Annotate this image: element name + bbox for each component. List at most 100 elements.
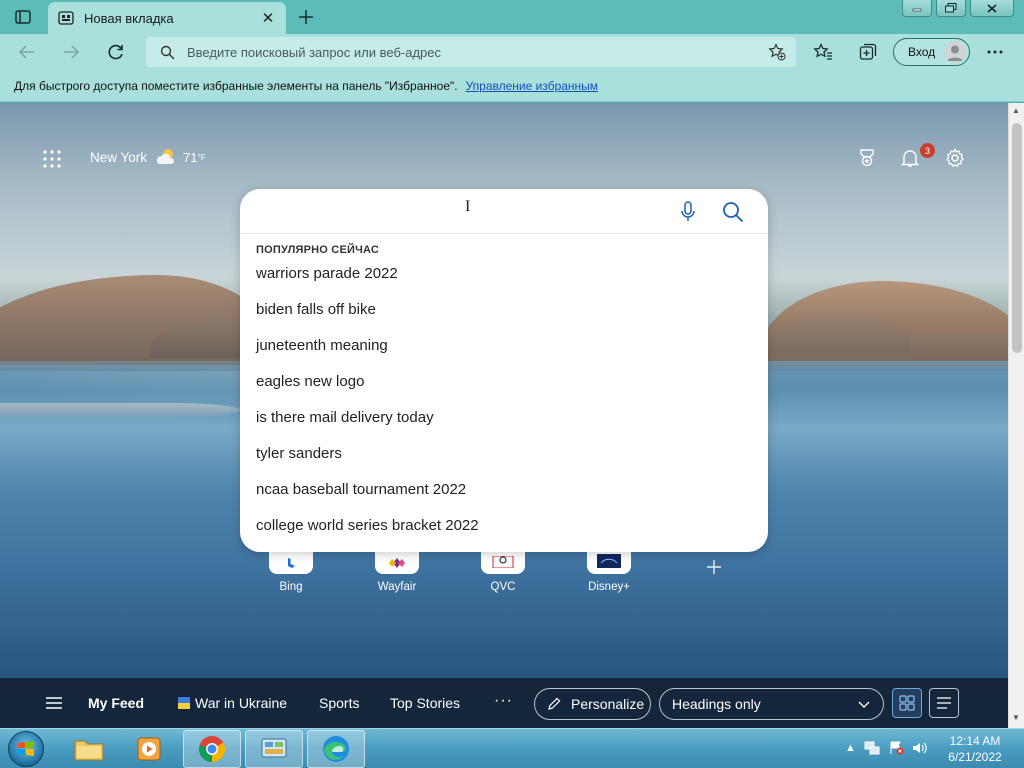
suggestion-item[interactable]: college world series bracket 2022	[240, 508, 768, 544]
suggestion-item[interactable]: warriors parade 2022	[240, 256, 768, 292]
suggestion-item[interactable]: is there mail delivery today	[240, 400, 768, 436]
chrome-icon	[199, 736, 226, 763]
clock-time: 12:14 AM	[949, 734, 1001, 748]
forward-arrow-icon	[64, 45, 80, 59]
action-center-flag-icon[interactable]	[888, 741, 904, 755]
more-dots-icon	[987, 50, 1003, 54]
weather-location: New York	[90, 149, 148, 165]
search-submit-icon[interactable]	[722, 201, 744, 223]
add-favorite-icon[interactable]	[768, 43, 786, 61]
rewards-icon[interactable]	[855, 146, 879, 170]
edge-icon	[323, 736, 349, 762]
quick-link-label: Wayfair	[377, 581, 417, 593]
quick-link-label: QVC	[490, 581, 516, 593]
wayfair-logo-icon	[389, 558, 405, 568]
settings-more-button[interactable]	[981, 39, 1009, 65]
suggestion-item[interactable]: juneteenth meaning	[240, 328, 768, 364]
content-layout-dropdown[interactable]: Headings only	[659, 688, 884, 720]
folder-icon	[74, 740, 104, 761]
suggestion-item[interactable]: ncaa baseball tournament 2022	[240, 472, 768, 508]
manage-favorites-link[interactable]: Управление избранным	[466, 79, 598, 93]
weather-widget[interactable]: New York 71 °F	[90, 147, 206, 167]
background-sandbar	[0, 403, 240, 417]
minimize-button[interactable]	[902, 0, 932, 17]
search-icon	[160, 45, 175, 59]
feed-more-button[interactable]: ···	[494, 692, 513, 710]
search-suggestions-panel: I ПОПУЛЯРНО СЕЙЧАС warriors parade 2022 …	[240, 189, 768, 552]
hamburger-menu-icon[interactable]	[45, 696, 63, 710]
favorites-button[interactable]	[809, 39, 837, 65]
add-quick-link-button[interactable]	[702, 555, 726, 579]
qvc-logo-icon	[492, 556, 514, 568]
avatar-icon	[944, 41, 966, 63]
suggestion-item[interactable]: eagles new logo	[240, 364, 768, 400]
collections-icon	[859, 43, 877, 60]
close-window-button[interactable]	[970, 0, 1014, 17]
app-launcher-icon[interactable]	[43, 150, 61, 168]
scrollbar-thumb[interactable]	[1012, 123, 1022, 353]
feed-tab-sports[interactable]: Sports	[319, 695, 359, 711]
taskbar-clock[interactable]: 12:14 AM 6/21/2022	[940, 733, 1010, 765]
bing-logo-icon	[288, 558, 295, 568]
start-button[interactable]	[8, 731, 44, 767]
feed-tab-war-in-ukraine[interactable]: War in Ukraine	[178, 695, 287, 711]
ukraine-flag-icon	[178, 697, 190, 709]
taskbar-edge-button[interactable]	[307, 730, 365, 768]
feed-tab-top-stories[interactable]: Top Stories	[390, 695, 460, 711]
taskbar-media-player-button[interactable]	[120, 730, 178, 768]
favorites-bar: Для быстрого доступа поместите избранные…	[0, 70, 1024, 102]
system-tray: ▲	[845, 741, 928, 755]
address-bar[interactable]	[146, 37, 796, 67]
forward-button[interactable]	[58, 39, 84, 65]
window-controls	[898, 0, 1014, 18]
list-view-button[interactable]	[929, 688, 959, 718]
chevron-down-icon	[858, 701, 870, 708]
suggestion-item[interactable]: tyler sanders	[240, 436, 768, 472]
grid-view-button[interactable]	[892, 688, 922, 718]
restore-button[interactable]	[936, 0, 966, 17]
quick-link-label: Disney+	[588, 581, 630, 593]
feed-bar: My Feed War in Ukraine Sports Top Storie…	[0, 678, 1008, 728]
new-tab-page: New York 71 °F 3 Bing Wayfair QVC Disney+	[0, 103, 1008, 728]
new-tab-button[interactable]	[294, 5, 318, 29]
refresh-icon	[108, 44, 123, 60]
collections-button[interactable]	[854, 39, 882, 65]
tab-actions-icon[interactable]	[12, 7, 34, 27]
taskbar-chrome-button[interactable]	[183, 730, 241, 768]
tab-new-tab[interactable]: Новая вкладка ✕	[48, 2, 286, 34]
title-bar: Новая вкладка ✕	[0, 0, 1024, 34]
tab-close-icon[interactable]: ✕	[260, 9, 276, 27]
feed-tab-label: War in Ukraine	[195, 695, 288, 711]
microphone-icon[interactable]	[680, 201, 696, 223]
weather-temperature: 71	[183, 149, 198, 165]
back-button[interactable]	[14, 39, 40, 65]
disney-plus-logo-icon	[597, 554, 621, 568]
page-scrollbar[interactable]: ▲ ▼	[1008, 103, 1024, 728]
personalize-button[interactable]: Personalize	[534, 688, 651, 720]
windows-taskbar: ▲ 12:14 AM 6/21/2022	[0, 728, 1024, 768]
personalize-label: Personalize	[571, 696, 645, 712]
search-box[interactable]: I	[240, 189, 768, 234]
favorites-bar-hint: Для быстрого доступа поместите избранные…	[14, 78, 458, 93]
address-input[interactable]	[187, 44, 747, 60]
pencil-icon	[548, 697, 561, 710]
sign-in-button[interactable]: Вход	[893, 38, 970, 66]
tab-title: Новая вкладка	[84, 10, 174, 26]
refresh-button[interactable]	[103, 39, 129, 65]
suggestion-item[interactable]: biden falls off bike	[240, 292, 768, 328]
scroll-up-icon[interactable]: ▲	[1012, 106, 1020, 115]
taskbar-control-panel-button[interactable]	[245, 730, 303, 768]
text-cursor-icon: I	[465, 198, 471, 215]
network-icon[interactable]	[864, 741, 880, 755]
volume-icon[interactable]	[912, 741, 928, 755]
show-hidden-icons[interactable]: ▲	[845, 742, 856, 754]
feed-tab-my-feed[interactable]: My Feed	[88, 695, 144, 711]
scroll-down-icon[interactable]: ▼	[1012, 713, 1020, 722]
grid-view-icon	[899, 695, 915, 711]
browser-toolbar: Вход	[0, 34, 1024, 70]
taskbar-explorer-button[interactable]	[60, 730, 118, 768]
plus-icon	[299, 10, 313, 24]
favorites-star-list-icon	[813, 43, 832, 60]
page-settings-gear-icon[interactable]	[943, 146, 967, 170]
notifications-bell-icon[interactable]	[898, 146, 922, 170]
